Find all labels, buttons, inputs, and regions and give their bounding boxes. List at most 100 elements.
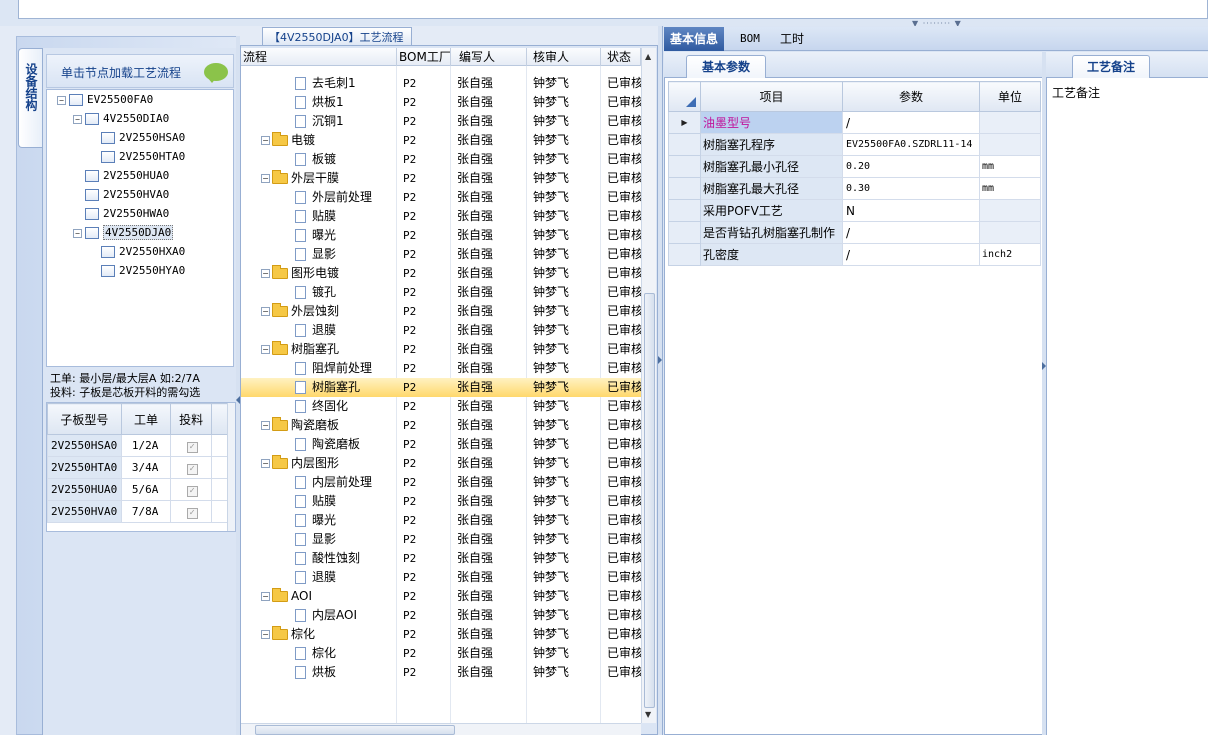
table-row[interactable]: 贴膜 P2 张自强 钟梦飞 已审核 — [241, 492, 641, 511]
flow-name-cell[interactable]: 酸性蚀刻 — [295, 549, 360, 568]
flow-name-cell[interactable]: − 内层图形 — [261, 454, 339, 473]
tree-node[interactable]: − 4V2550DJA0 — [73, 225, 174, 241]
feed-checkbox[interactable]: ✓ — [186, 463, 198, 475]
sub-model-cell[interactable]: 2V2550HVA0 — [47, 500, 122, 523]
param-value-cell[interactable]: / — [842, 243, 980, 266]
row-header[interactable] — [668, 133, 701, 156]
work-order-cell[interactable]: 7/8A — [120, 500, 172, 523]
flow-name-cell[interactable]: 镀孔 — [295, 283, 336, 302]
flow-horizontal-scrollbar[interactable] — [241, 723, 641, 735]
flow-name-cell[interactable]: 终固化 — [295, 397, 348, 416]
col-header-reviewer[interactable]: 核审人 — [527, 48, 601, 66]
tab-basic-params[interactable]: 基本参数 — [686, 55, 766, 78]
param-value-cell[interactable]: 0.30 — [842, 177, 980, 200]
feed-checkbox[interactable]: ✓ — [186, 485, 198, 497]
collapse-icon[interactable]: − — [261, 136, 270, 145]
col-header-flow[interactable]: 流程 — [241, 48, 397, 66]
collapse-icon[interactable]: − — [261, 269, 270, 278]
table-row[interactable]: 沉铜1 P2 张自强 钟梦飞 已审核 — [241, 112, 641, 131]
flow-name-cell[interactable]: 显影 — [295, 530, 336, 549]
table-row[interactable]: − 内层图形 P2 张自强 钟梦飞 已审核 — [241, 454, 641, 473]
table-row[interactable]: 镀孔 P2 张自强 钟梦飞 已审核 — [241, 283, 641, 302]
table-row[interactable]: 树脂塞孔最小孔径 0.20 mm — [668, 155, 1041, 178]
tree-node[interactable]: 2V2550HYA0 — [101, 263, 185, 279]
top-input-area[interactable] — [18, 0, 1208, 19]
table-row[interactable]: 2V2550HVA0 7/8A ✓ — [47, 500, 235, 523]
table-row[interactable]: 贴膜 P2 张自强 钟梦飞 已审核 — [241, 207, 641, 226]
tree-node[interactable]: − 4V2550DIA0 — [73, 111, 169, 127]
table-row[interactable]: 终固化 P2 张自强 钟梦飞 已审核 — [241, 397, 641, 416]
table-row[interactable]: 棕化 P2 张自强 钟梦飞 已审核 — [241, 644, 641, 663]
table-row[interactable]: − 图形电镀 P2 张自强 钟梦飞 已审核 — [241, 264, 641, 283]
sub-model-cell[interactable]: 2V2550HSA0 — [47, 434, 122, 457]
sub-grid-scrollbar[interactable] — [227, 403, 235, 531]
row-header[interactable]: ▶ — [668, 111, 701, 134]
tab-process-flow[interactable]: 【4V2550DJA0】工艺流程 — [262, 27, 412, 45]
flow-name-cell[interactable]: − 电镀 — [261, 131, 315, 150]
tree-node[interactable]: 2V2550HXA0 — [101, 244, 185, 260]
flow-name-cell[interactable]: 棕化 — [295, 644, 336, 663]
table-row[interactable]: 烘板1 P2 张自强 钟梦飞 已审核 — [241, 93, 641, 112]
flow-name-cell[interactable]: 板镀 — [295, 150, 336, 169]
col-header-writer[interactable]: 编写人 — [451, 48, 527, 66]
table-row[interactable]: 树脂塞孔 P2 张自强 钟梦飞 已审核 — [241, 378, 641, 397]
table-row[interactable]: 树脂塞孔程序 EV25500FA0.SZDRL11-14 — [668, 133, 1041, 156]
scroll-down-icon[interactable]: ▼ — [645, 710, 651, 719]
collapse-icon[interactable]: − — [57, 95, 66, 105]
flow-vertical-scrollbar[interactable]: ▲ ▼ — [641, 48, 656, 723]
table-row[interactable]: 退膜 P2 张自强 钟梦飞 已审核 — [241, 321, 641, 340]
param-value-cell[interactable]: / — [842, 111, 980, 134]
param-value-cell[interactable]: EV25500FA0.SZDRL11-14 — [842, 133, 980, 156]
flow-name-cell[interactable]: 显影 — [295, 245, 336, 264]
sub-model-cell[interactable]: 2V2550HUA0 — [47, 478, 122, 501]
table-row[interactable]: 烘板 P2 张自强 钟梦飞 已审核 — [241, 663, 641, 682]
table-row[interactable]: 采用POFV工艺 N — [668, 199, 1041, 222]
tab-basic-info[interactable]: 基本信息 — [664, 27, 725, 51]
structure-tree[interactable]: − EV25500FA0−4V2550DIA0 2V2550HSA0 2V2550HT… — [46, 89, 234, 367]
param-table-corner[interactable] — [668, 81, 701, 112]
table-row[interactable]: − 陶瓷磨板 P2 张自强 钟梦飞 已审核 — [241, 416, 641, 435]
col-header-feed[interactable]: 投料 — [170, 403, 212, 435]
param-value-cell[interactable]: 0.20 — [842, 155, 980, 178]
col-header-item[interactable]: 项目 — [700, 81, 843, 112]
table-row[interactable]: 阻焊前处理 P2 张自强 钟梦飞 已审核 — [241, 359, 641, 378]
collapse-icon[interactable]: − — [73, 114, 82, 124]
table-row[interactable]: 是否背钻孔树脂塞孔制作 / — [668, 221, 1041, 244]
table-row[interactable]: 2V2550HUA0 5/6A ✓ — [47, 478, 235, 501]
flow-name-cell[interactable]: 贴膜 — [295, 207, 336, 226]
flow-name-cell[interactable]: 曝光 — [295, 226, 336, 245]
table-row[interactable]: − 棕化 P2 张自强 钟梦飞 已审核 — [241, 625, 641, 644]
feed-checkbox[interactable]: ✓ — [186, 441, 198, 453]
table-row[interactable]: ▶ 油墨型号 / — [668, 111, 1041, 134]
table-row[interactable]: − 树脂塞孔 P2 张自强 钟梦飞 已审核 — [241, 340, 641, 359]
flow-name-cell[interactable]: 树脂塞孔 — [295, 378, 360, 397]
flow-hscroll-thumb[interactable] — [255, 725, 455, 735]
tree-node[interactable]: 2V2550HSA0 — [101, 130, 185, 146]
collapse-icon[interactable]: − — [261, 421, 270, 430]
flow-name-cell[interactable]: − AOI — [261, 587, 312, 606]
table-row[interactable]: 2V2550HSA0 1/2A ✓ — [47, 434, 235, 457]
col-header-work-order[interactable]: 工单 — [120, 403, 172, 435]
flow-vscroll-thumb[interactable] — [644, 293, 655, 708]
flow-name-cell[interactable]: 烘板1 — [295, 93, 344, 112]
collapse-icon[interactable]: − — [261, 307, 270, 316]
flow-name-cell[interactable]: 烘板 — [295, 663, 336, 682]
flow-name-cell[interactable]: − 陶瓷磨板 — [261, 416, 339, 435]
collapse-icon[interactable]: − — [73, 228, 82, 238]
tree-node[interactable]: 2V2550HVA0 — [85, 187, 169, 203]
table-row[interactable]: 显影 P2 张自强 钟梦飞 已审核 — [241, 530, 641, 549]
param-value-cell[interactable]: N — [842, 199, 980, 222]
sub-model-cell[interactable]: 2V2550HTA0 — [47, 456, 122, 479]
collapse-icon[interactable]: − — [261, 174, 270, 183]
table-row[interactable]: 退膜 P2 张自强 钟梦飞 已审核 — [241, 568, 641, 587]
collapse-icon[interactable]: − — [261, 592, 270, 601]
flow-name-cell[interactable]: 阻焊前处理 — [295, 359, 372, 378]
table-row[interactable]: − 外层干膜 P2 张自强 钟梦飞 已审核 — [241, 169, 641, 188]
table-row[interactable]: 曝光 P2 张自强 钟梦飞 已审核 — [241, 511, 641, 530]
row-header[interactable] — [668, 221, 701, 244]
flow-name-cell[interactable]: 贴膜 — [295, 492, 336, 511]
row-header[interactable] — [668, 243, 701, 266]
tree-node[interactable]: 2V2550HUA0 — [85, 168, 169, 184]
table-row[interactable]: − AOI P2 张自强 钟梦飞 已审核 — [241, 587, 641, 606]
table-row[interactable]: 孔密度 / inch2 — [668, 243, 1041, 266]
